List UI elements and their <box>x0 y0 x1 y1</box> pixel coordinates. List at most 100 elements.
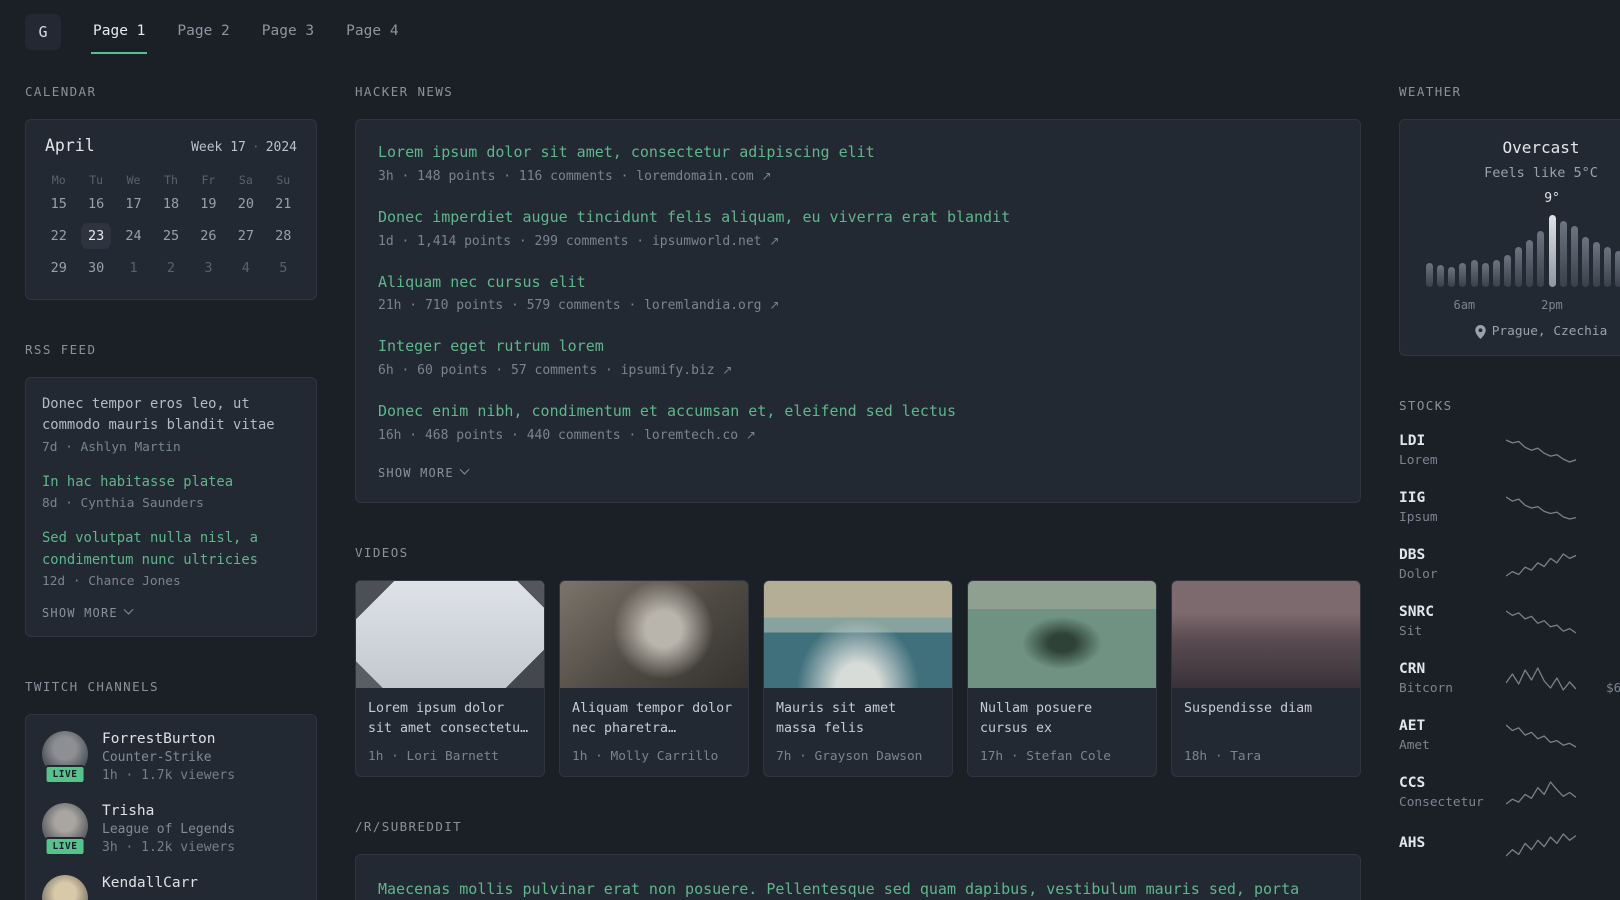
rss-section-title: RSS FEED <box>25 342 97 357</box>
stock-price: $42.04 <box>1587 510 1620 525</box>
story-meta: 21h · 710 points · 579 comments · loreml… <box>378 298 1338 313</box>
video-info: Mauris sit amet massa felis 7h · Grayson… <box>764 688 952 776</box>
app-logo[interactable]: G <box>25 14 61 50</box>
story-title-link[interactable]: Donec imperdiet augue tincidunt felis al… <box>378 207 1338 229</box>
story-stats: 21h · 710 points · 579 comments · <box>378 298 637 314</box>
stock-ticker: CCS <box>1399 775 1426 791</box>
rss-item-title[interactable]: Sed volutpat nulla nisl, a condimentum n… <box>42 528 300 571</box>
calendar-day: 18 <box>162 196 180 212</box>
twitch-channel-row[interactable]: KendallCarr <box>42 874 300 900</box>
stock-row[interactable]: AHS +0.46% <box>1399 832 1620 858</box>
stock-row[interactable]: IIG Ipsum +2.84% $42.04 <box>1399 490 1620 525</box>
post-title-link[interactable]: Maecenas mollis pulvinar erat non posuer… <box>378 877 1338 900</box>
rss-item-title[interactable]: Donec tempor eros leo, ut commodo mauris… <box>42 394 300 437</box>
avatar: LIVE <box>42 802 88 856</box>
story-title-link[interactable]: Lorem ipsum dolor sit amet, consectetur … <box>378 142 1338 164</box>
story-stats: 16h · 468 points · 440 comments · <box>378 427 637 443</box>
tab-page-4[interactable]: Page 4 <box>344 0 400 54</box>
calendar-day-next-month: 5 <box>279 260 288 276</box>
video-card[interactable]: Suspendisse diam 18h · Tara <box>1171 579 1361 777</box>
calendar-day: 21 <box>275 196 292 212</box>
video-card[interactable]: Nullam posuere cursus ex 17h · Stefan Co… <box>967 579 1157 777</box>
story-title-link[interactable]: Integer eget rutrum lorem <box>378 336 1338 358</box>
story-title-link[interactable]: Donec enim nibh, condimentum et accumsan… <box>378 401 1338 423</box>
twitch-channel-row[interactable]: LIVE Trisha League of Legends 3h · 1.2k … <box>42 802 300 856</box>
calendar-week: Week 17 <box>191 140 246 155</box>
stock-values: +2.84% $42.04 <box>1587 490 1620 525</box>
twitch-channel-row[interactable]: LIVE ForrestBurton Counter-Strike 1h · 1… <box>42 730 300 784</box>
story-domain-link[interactable]: loremlandia.org ↗ <box>644 298 779 313</box>
stock-id: SNRC Sit <box>1399 604 1495 639</box>
stock-row[interactable]: LDI Lorem +4.35% $795.18 <box>1399 433 1620 468</box>
rss-item-title[interactable]: In hac habitasse platea <box>42 472 300 493</box>
stock-row[interactable]: CCS Consectetur +0.51% $165.84 <box>1399 775 1620 810</box>
weather-condition: Overcast <box>1502 138 1580 157</box>
left-column: CALENDAR April Week 17 · 2024 Mo Tu We Th … <box>25 84 317 900</box>
location-pin-icon <box>1474 324 1486 339</box>
weather-card: Overcast Feels like 5°C 9° 6am2pm10pm Pr… <box>1399 119 1620 356</box>
channel-game: League of Legends <box>102 821 236 837</box>
rss-show-more-button[interactable]: SHOW MORE <box>42 605 300 620</box>
stock-change: +0.46% <box>1587 835 1620 851</box>
tab-page-2[interactable]: Page 2 <box>175 0 231 54</box>
stocks-list: LDI Lorem +4.35% $795.18 IIG Ipsum <box>1399 433 1620 858</box>
weather-hour-label: 2pm <box>1541 298 1563 312</box>
tab-page-3[interactable]: Page 3 <box>260 0 316 54</box>
stock-price: $795.18 <box>1587 453 1620 468</box>
stock-sparkline <box>1495 552 1587 578</box>
video-title: Lorem ipsum dolor sit amet consectetu… <box>368 700 529 737</box>
rss-card: Donec tempor eros leo, ut commodo mauris… <box>25 377 317 637</box>
stock-values: +4.35% $795.18 <box>1587 433 1620 468</box>
video-info: Suspendisse diam 18h · Tara <box>1172 688 1360 776</box>
stock-ticker: LDI <box>1399 433 1426 449</box>
calendar-day: 27 <box>237 228 254 244</box>
rss-item-meta: 7d · Ashlyn Martin <box>42 439 181 455</box>
tab-page-1[interactable]: Page 1 <box>91 0 148 54</box>
stock-sparkline <box>1495 780 1587 806</box>
stock-id: IIG Ipsum <box>1399 490 1495 525</box>
videos-row: Lorem ipsum dolor sit amet consectetu… 1… <box>355 579 1361 777</box>
story-domain-link[interactable]: ipsumworld.net ↗ <box>652 234 779 249</box>
story-domain-link[interactable]: ipsumify.biz ↗ <box>621 363 733 378</box>
video-thumbnail <box>560 580 748 688</box>
calendar-day: 22 <box>50 228 67 244</box>
stock-sparkline <box>1495 666 1587 692</box>
stock-id: AHS <box>1399 835 1495 855</box>
stock-sparkline <box>1495 832 1587 858</box>
video-thumbnail <box>764 580 952 688</box>
story-meta: 1d · 1,414 points · 299 comments · ipsum… <box>378 234 1338 249</box>
story-domain-link[interactable]: loremtech.co ↗ <box>644 428 756 443</box>
stock-sparkline <box>1495 438 1587 464</box>
stock-row[interactable]: SNRC Sit +1.36% $148.64 <box>1399 604 1620 639</box>
twitch-channel-info: KendallCarr <box>102 875 198 894</box>
stock-change: -1.00% <box>1587 661 1620 677</box>
video-card[interactable]: Lorem ipsum dolor sit amet consectetu… 1… <box>355 579 545 777</box>
subreddit-post: Maecenas mollis pulvinar erat non posuer… <box>378 877 1338 900</box>
video-meta: 18h · Tara <box>1184 748 1262 764</box>
hn-show-more-button[interactable]: SHOW MORE <box>378 464 1338 480</box>
video-info: Lorem ipsum dolor sit amet consectetu… 1… <box>356 688 544 776</box>
current-temperature: 9° <box>1544 191 1560 206</box>
calendar-day: 25 <box>162 228 180 244</box>
video-card[interactable]: Aliquam tempor dolor nec pharetra… 1h · … <box>559 579 749 777</box>
weather-bars: 9° <box>1426 191 1620 287</box>
stock-values: +0.51% $165.84 <box>1587 775 1620 810</box>
stock-row[interactable]: CRN Bitcorn -1.00% $66,171.48 <box>1399 661 1620 696</box>
weekday-label: Sa <box>238 173 253 187</box>
stock-price: $66,171.48 <box>1605 681 1620 696</box>
stock-ticker: SNRC <box>1399 604 1434 620</box>
videos-widget: VIDEOS Lorem ipsum dolor sit amet consec… <box>355 545 1361 777</box>
video-title: Aliquam tempor dolor nec pharetra… <box>572 700 733 737</box>
stock-row[interactable]: DBS Dolor +1.42% $156.28 <box>1399 547 1620 582</box>
story-meta: 6h · 60 points · 57 comments · ipsumify.… <box>378 363 1338 378</box>
story-domain-link[interactable]: loremdomain.com ↗ <box>636 169 771 184</box>
stock-row[interactable]: AET Amet +0.92% $499.72 <box>1399 718 1620 753</box>
story-title-link[interactable]: Aliquam nec cursus elit <box>378 272 1338 294</box>
stock-price: $165.84 <box>1587 795 1620 810</box>
weekday-label: Mo <box>51 173 66 187</box>
weather-feels-like: Feels like 5°C <box>1484 165 1598 181</box>
video-card[interactable]: Mauris sit amet massa felis 7h · Grayson… <box>763 579 953 777</box>
video-thumbnail <box>968 580 1156 688</box>
calendar-section-title: CALENDAR <box>25 84 97 99</box>
calendar-day: 26 <box>200 228 217 244</box>
